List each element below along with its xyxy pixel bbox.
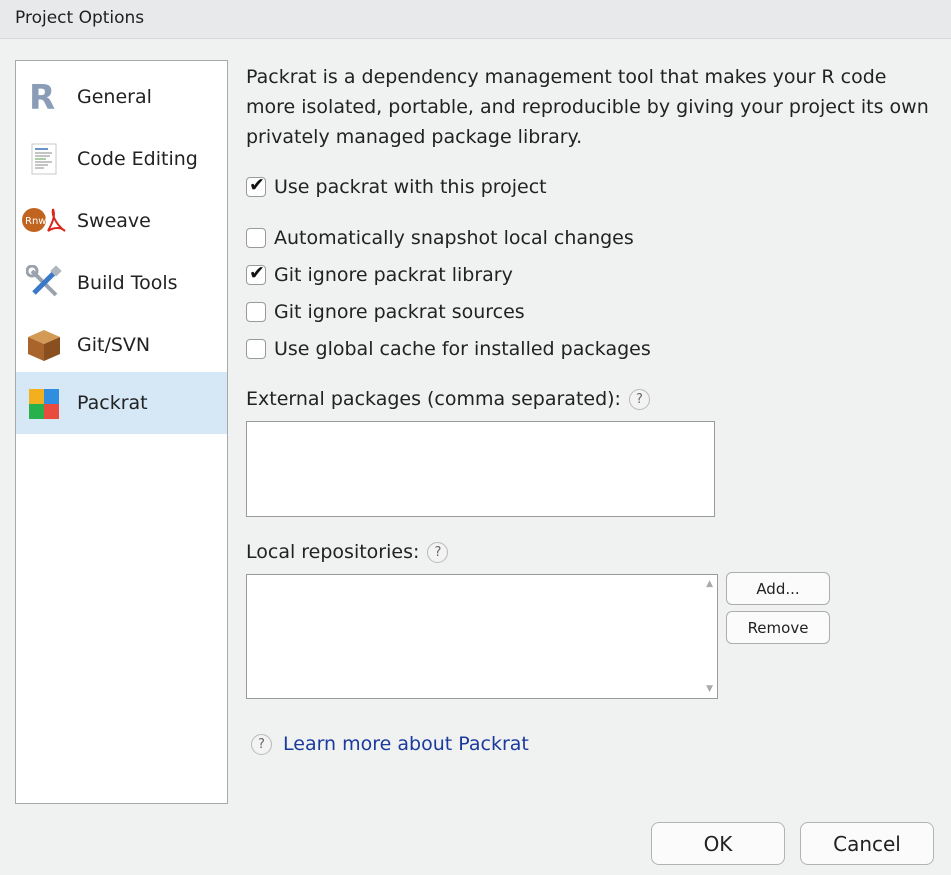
checkbox-box[interactable]: ✔ [246,262,266,285]
local-repositories-label: Local repositories: [246,541,420,563]
svg-text:Rnw: Rnw [25,216,46,227]
sidebar-item-git-svn[interactable]: Git/SVN [16,314,227,376]
external-packages-label: External packages (comma separated): [246,388,621,410]
checkbox-box[interactable] [246,228,266,248]
checkbox-label: Git ignore packrat library [274,264,513,286]
sidebar-item-label: General [77,86,152,108]
checkbox-label: Git ignore packrat sources [274,301,525,323]
checkbox-box[interactable]: ✔ [246,174,266,197]
auto-snapshot-checkbox[interactable]: Automatically snapshot local changes [246,227,634,249]
sidebar-item-label: Sweave [77,210,151,232]
git-ignore-library-checkbox[interactable]: ✔ Git ignore packrat library [246,262,513,286]
sweave-icon: Rnw [21,203,69,239]
git-ignore-sources-checkbox[interactable]: Git ignore packrat sources [246,301,525,323]
sidebar-item-label: Packrat [77,392,148,414]
checkbox-label: Use global cache for installed packages [274,338,651,360]
sidebar-item-label: Build Tools [77,272,178,294]
remove-repository-button[interactable]: Remove [726,611,830,644]
external-packages-heading: External packages (comma separated):? [246,388,650,410]
options-sidebar: R General Code Editing Rnw Sweave Build … [15,60,228,804]
packrat-description: Packrat is a dependency management tool … [246,66,929,148]
learn-more-text[interactable]: Learn more about Packrat [283,733,529,755]
sidebar-item-label: Code Editing [77,148,198,170]
local-repositories-list[interactable]: ▲ ▼ [246,574,718,699]
scroll-up-arrow-icon[interactable]: ▲ [706,579,713,589]
use-packrat-checkbox[interactable]: ✔ Use packrat with this project [246,174,547,198]
ok-button[interactable]: OK [651,822,785,865]
sidebar-item-code-editing[interactable]: Code Editing [16,128,227,190]
local-repositories-heading: Local repositories:? [246,541,449,563]
scroll-down-arrow-icon[interactable]: ▼ [706,684,713,694]
build-tools-icon [25,264,62,301]
checkbox-label: Automatically snapshot local changes [274,227,634,249]
svg-text:R: R [29,79,55,115]
cancel-button[interactable]: Cancel [800,822,934,865]
help-icon[interactable]: ? [628,389,650,410]
checkbox-label: Use packrat with this project [274,176,547,198]
window-title: Project Options [15,8,145,28]
add-repository-button[interactable]: Add... [726,572,830,605]
learn-more-link[interactable]: ? Learn more about Packrat [251,733,529,755]
sidebar-item-general[interactable]: R General [16,66,227,128]
sidebar-item-label: Git/SVN [77,334,151,356]
checkbox-box[interactable] [246,302,266,322]
code-document-icon [26,141,62,177]
checkmark-icon: ✔ [249,262,265,284]
git-box-icon [26,327,62,363]
sidebar-item-packrat[interactable]: Packrat [16,372,227,434]
r-logo-icon: R [26,78,62,118]
help-icon: ? [251,733,272,755]
sidebar-item-sweave[interactable]: Rnw Sweave [16,190,227,252]
title-bar: Project Options [0,0,951,39]
packrat-icon [26,385,62,421]
sidebar-item-build-tools[interactable]: Build Tools [16,252,227,314]
help-icon[interactable]: ? [427,542,449,563]
global-cache-checkbox[interactable]: Use global cache for installed packages [246,338,651,360]
external-packages-input[interactable] [246,421,715,517]
checkbox-box[interactable] [246,339,266,359]
checkmark-icon: ✔ [249,174,265,196]
